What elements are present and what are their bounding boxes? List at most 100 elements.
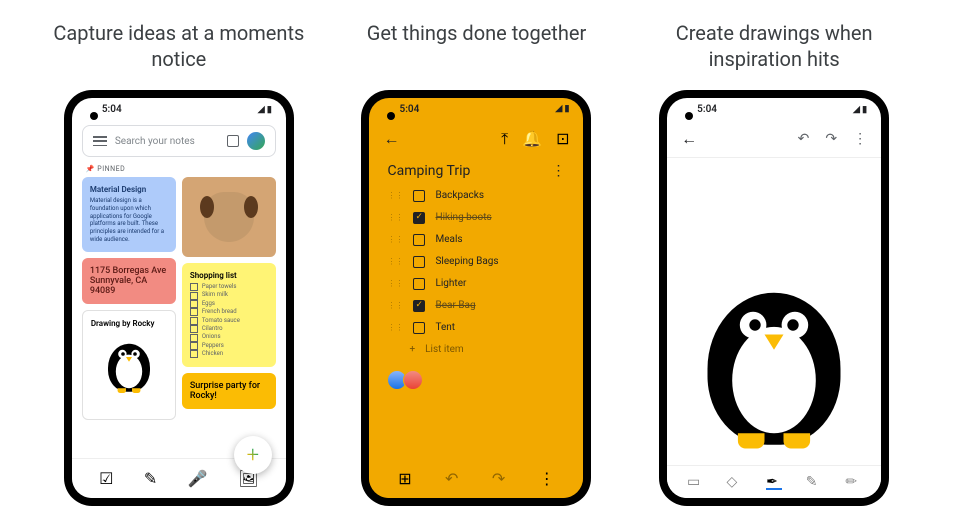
status-bar: 5:04 ◢ ▮	[72, 98, 286, 121]
shopping-item[interactable]: Peppers	[190, 342, 268, 350]
note-material-design[interactable]: Material Design Material design is a fou…	[82, 177, 176, 252]
drag-handle-icon[interactable]: ⋮⋮	[387, 235, 403, 244]
marker-tool[interactable]: ✎	[806, 474, 822, 490]
drag-handle-icon[interactable]: ⋮⋮	[387, 191, 403, 200]
drag-handle-icon[interactable]: ⋮⋮	[387, 213, 403, 222]
checklist: ⋮⋮ Backpacks ⋮⋮ Hiking boots ⋮⋮Meals⋮⋮Sleepi…	[369, 185, 583, 339]
back-button[interactable]: ←	[383, 129, 399, 149]
drawing-canvas[interactable]	[667, 158, 881, 498]
view-toggle-icon[interactable]	[227, 135, 239, 147]
redo-icon[interactable]: ↷	[492, 469, 505, 488]
note-shopping-list[interactable]: Shopping list Paper towelsSkim milkEggsF…	[182, 263, 276, 367]
shopping-item[interactable]: Chicken	[190, 350, 268, 358]
checkbox[interactable]	[413, 300, 425, 312]
search-input[interactable]: Search your notes	[115, 136, 219, 147]
note-address[interactable]: 1175 Borregas Ave Sunnyvale, CA 94089	[82, 258, 176, 304]
undo-icon[interactable]: ↶	[445, 469, 458, 488]
phone-mockup-1: 5:04 ◢ ▮ Search your notes 📌 PINNED Mate…	[64, 90, 294, 506]
more-icon[interactable]: ⋮	[551, 163, 565, 179]
note-topbar: ← ⤒ 🔔 ⊡	[369, 121, 583, 157]
checklist-item-label: Backpacks	[435, 190, 484, 201]
redo-icon[interactable]: ↷	[825, 131, 837, 147]
status-icons: ◢ ▮	[258, 105, 272, 115]
shopping-item[interactable]: French bread	[190, 308, 268, 316]
feature-column-2: Get things done together 5:04 ◢ ▮ ← ⤒ 🔔 …	[336, 20, 616, 506]
reminder-icon[interactable]: 🔔	[522, 129, 542, 148]
drag-handle-icon[interactable]: ⋮⋮	[387, 279, 403, 288]
status-icons: ◢ ▮	[555, 104, 569, 114]
drawing-toolbar: ▭ ◇ ✒ ✎ ✏	[667, 465, 881, 498]
highlighter-tool[interactable]: ✏	[845, 474, 861, 490]
headline-2: Get things done together	[367, 20, 587, 72]
camera-hole	[90, 112, 98, 120]
undo-icon[interactable]: ↶	[798, 131, 810, 147]
drag-handle-icon[interactable]: ⋮⋮	[387, 257, 403, 266]
select-tool[interactable]: ▭	[687, 474, 703, 490]
phone-mockup-2: 5:04 ◢ ▮ ← ⤒ 🔔 ⊡ Camping Trip ⋮ ⋮⋮Backpa…	[361, 90, 591, 506]
pin-icon[interactable]: ⤒	[501, 129, 508, 149]
more-icon[interactable]: ⋮	[853, 131, 867, 147]
checklist-item[interactable]: ⋮⋮Sleeping Bags	[383, 251, 569, 273]
checklist-item[interactable]: ⋮⋮ Bear Bag	[383, 295, 569, 317]
pen-tool[interactable]: ✒	[766, 474, 782, 490]
search-bar[interactable]: Search your notes	[82, 125, 276, 157]
checklist-item[interactable]: ⋮⋮ Backpacks	[383, 185, 569, 207]
feature-column-3: Create drawings when inspiration hits 5:…	[634, 20, 914, 506]
status-time: 5:04	[102, 104, 122, 115]
drawing-topbar: ← ↶ ↷ ⋮	[667, 121, 881, 158]
note-image-dog[interactable]	[182, 177, 276, 257]
collaborators[interactable]	[369, 360, 583, 400]
status-icons: ◢ ▮	[853, 105, 867, 115]
shopping-item[interactable]: Cilantro	[190, 325, 268, 333]
back-button[interactable]: ←	[681, 129, 697, 149]
checkbox[interactable]	[413, 278, 425, 290]
new-note-fab[interactable]: +	[234, 436, 272, 474]
notes-grid: Material Design Material design is a fou…	[72, 177, 286, 420]
drag-handle-icon[interactable]: ⋮⋮	[387, 301, 403, 310]
shopping-item[interactable]: Onions	[190, 333, 268, 341]
note-surprise-party[interactable]: Surprise party for Rocky!	[182, 373, 276, 409]
checklist-item-label: Lighter	[435, 278, 466, 289]
status-time: 5:04	[697, 104, 717, 115]
drag-handle-icon[interactable]: ⋮⋮	[387, 323, 403, 332]
add-box-icon[interactable]: ⊞	[398, 469, 411, 488]
checklist-item[interactable]: ⋮⋮ Hiking boots	[383, 207, 569, 229]
checklist-item-label: Bear Bag	[435, 300, 475, 311]
plus-icon: +	[247, 443, 259, 468]
checklist-item[interactable]: ⋮⋮Meals	[383, 229, 569, 251]
menu-icon[interactable]	[93, 136, 107, 146]
note-title-row: Camping Trip ⋮	[369, 157, 583, 185]
account-avatar[interactable]	[247, 132, 265, 150]
headline-3: Create drawings when inspiration hits	[634, 20, 914, 72]
mic-icon[interactable]: 🎤	[188, 469, 208, 488]
note-title[interactable]: Camping Trip	[387, 163, 470, 179]
checkbox[interactable]	[413, 234, 425, 246]
checklist-item-label: Tent	[435, 322, 455, 333]
archive-icon[interactable]: ⊡	[556, 129, 569, 148]
status-bar: 5:04 ◢ ▮	[369, 98, 583, 121]
shopping-item[interactable]: Skim milk	[190, 291, 268, 299]
checkbox[interactable]	[413, 212, 425, 224]
collaborator-avatar[interactable]	[403, 370, 423, 390]
feature-column-1: Capture ideas at a moments notice 5:04 ◢…	[39, 20, 319, 506]
add-list-item[interactable]: +List item	[369, 339, 583, 360]
checkbox[interactable]	[413, 190, 425, 202]
shopping-item[interactable]: Tomato sauce	[190, 317, 268, 325]
shopping-item[interactable]: Paper towels	[190, 283, 268, 291]
shopping-item[interactable]: Eggs	[190, 300, 268, 308]
brush-icon[interactable]: ✎	[144, 469, 157, 488]
note-bottombar: ⊞ ↶ ↷ ⋮	[369, 459, 583, 498]
dog-image	[204, 192, 254, 242]
checkbox[interactable]	[413, 322, 425, 334]
more-icon[interactable]: ⋮	[539, 469, 555, 488]
eraser-tool[interactable]: ◇	[727, 474, 743, 490]
checkbox[interactable]	[413, 256, 425, 268]
note-drawing[interactable]: Drawing by Rocky	[82, 310, 176, 420]
pinned-label: 📌 PINNED	[72, 161, 286, 177]
checklist-item[interactable]: ⋮⋮ Lighter	[383, 273, 569, 295]
checklist-item-label: Hiking boots	[435, 212, 491, 223]
checkbox-icon[interactable]: ☑	[99, 469, 113, 488]
headline-1: Capture ideas at a moments notice	[39, 20, 319, 72]
checklist-item[interactable]: ⋮⋮ Tent	[383, 317, 569, 339]
phone-mockup-3: 5:04 ◢ ▮ ← ↶ ↷ ⋮ ▭	[659, 90, 889, 506]
